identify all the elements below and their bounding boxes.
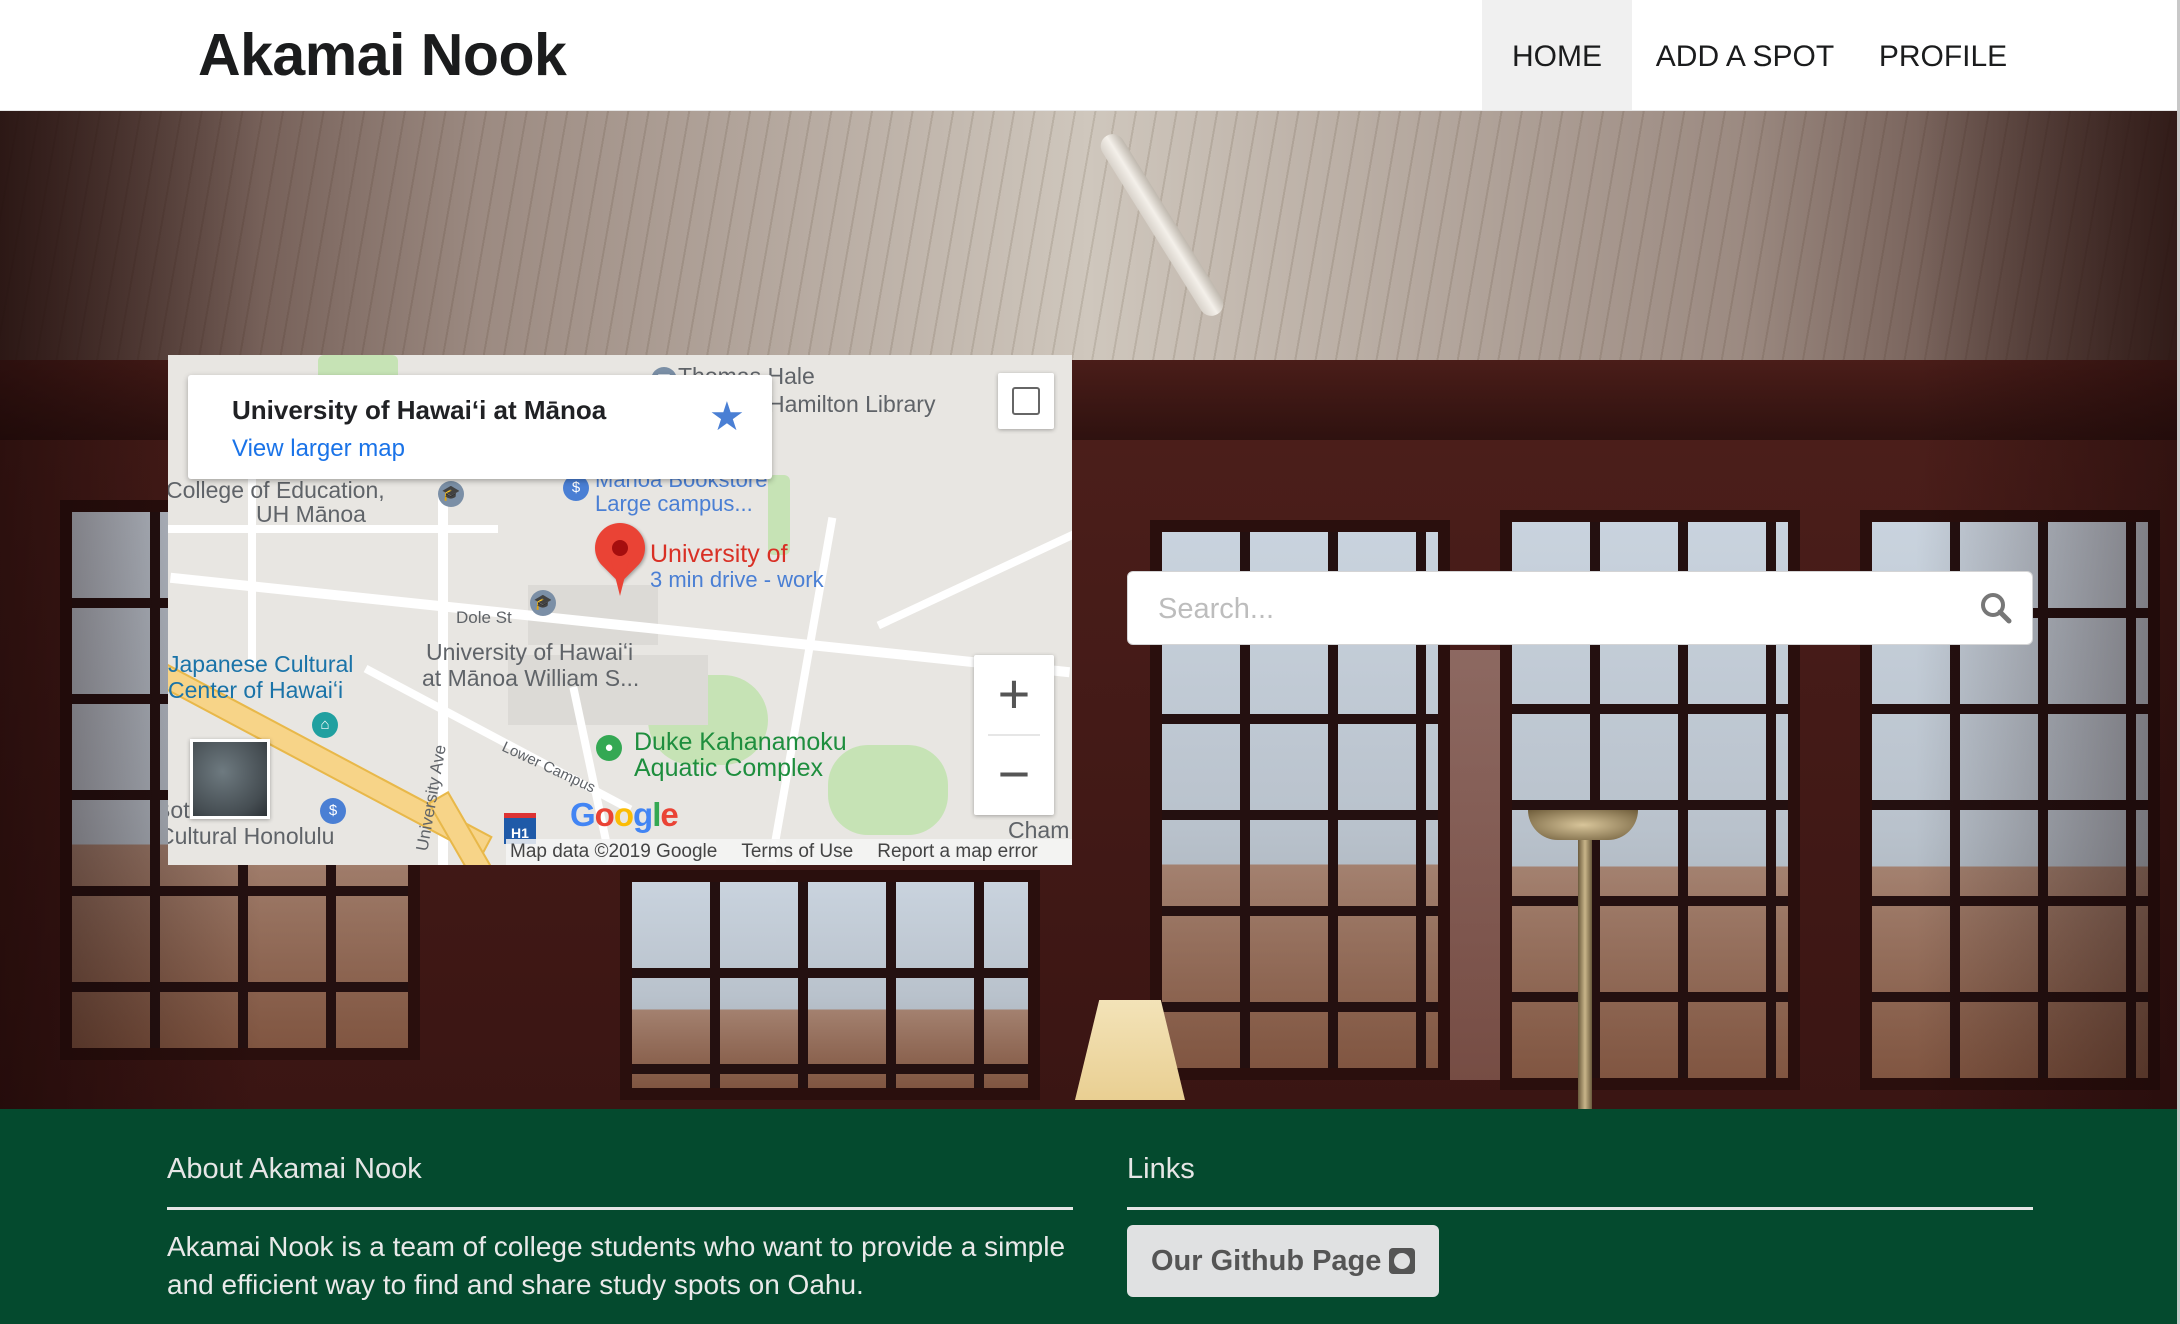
search-input[interactable] [1128,572,1960,646]
footer-links-heading: Links [1127,1151,2033,1210]
search-box [1127,571,2033,646]
map-label: Large campus... [595,491,753,516]
map-pin-sublabel: 3 min drive - work [650,567,824,592]
satellite-toggle[interactable] [190,739,270,819]
view-larger-map-link[interactable]: View larger map [232,435,405,463]
footer-links: Links Our Github Page [1127,1151,2033,1297]
map-park [828,745,948,835]
zoom-out-button[interactable]: − [974,735,1054,815]
map-pin-label: University of [650,540,788,568]
star-icon[interactable]: ★ [709,393,745,441]
footer-about-heading: About Akamai Nook [167,1151,1073,1210]
github-icon [1389,1248,1416,1274]
nav-profile[interactable]: PROFILE [1858,0,2028,110]
site-brand[interactable]: Akamai Nook [198,22,567,88]
map-label: Japanese Cultural [168,651,354,677]
footer: About Akamai Nook Akamai Nook is a team … [0,1109,2177,1324]
map-street-label: Dole St [456,608,512,627]
map-place-title: University of Hawaiʻi at Mānoa [232,395,607,425]
fullscreen-icon[interactable] [998,373,1054,429]
map-label: Duke Kahanamoku [634,728,847,756]
map-place-card: University of Hawaiʻi at Mānoa View larg… [188,375,772,479]
park-pin-icon[interactable]: ● [596,735,622,761]
terms-of-use-link[interactable]: Terms of Use [741,839,853,865]
footer-about-text: Akamai Nook is a team of college student… [167,1231,1066,1300]
map-label: Center of Hawaiʻi [168,677,344,703]
school-icon[interactable]: 🎓 [438,481,464,507]
map-zoom-control: + − [974,655,1054,815]
map-label: Aquatic Complex [634,754,823,782]
embedded-map[interactable]: 🎓 $ 🎓 ⌂ ● $ ▣ Thomas Hale Hamilton Libra… [168,355,1072,865]
map-road [876,528,1072,630]
google-logo: Google [570,796,679,833]
map-label: UH Mānoa [256,501,366,527]
main-nav: HOME ADD A SPOT PROFILE [1482,0,2028,110]
shop-icon[interactable]: $ [320,798,346,824]
search-icon[interactable] [1978,590,2014,626]
map-data-credit: Map data ©2019 Google [510,841,718,862]
report-map-error-link[interactable]: Report a map error [877,839,1038,865]
zoom-in-button[interactable]: + [974,655,1054,735]
school-icon[interactable]: 🎓 [530,590,556,616]
top-menu: Akamai Nook HOME ADD A SPOT PROFILE [0,0,2177,111]
github-page-button[interactable]: Our Github Page [1127,1225,1440,1297]
map-label: Hamilton Library [768,391,936,417]
map-label: University of Hawaiʻi [426,639,634,665]
nav-home[interactable]: HOME [1482,0,1632,110]
map-attribution: Map data ©2019 Google Terms of Use Repor… [506,839,1072,865]
map-label: Cultural Honolulu [168,823,335,849]
museum-icon[interactable]: ⌂ [312,712,338,738]
map-label: College of Education, [168,477,385,503]
github-button-label: Our Github Page [1151,1244,1382,1277]
nav-add-a-spot[interactable]: ADD A SPOT [1632,0,1858,110]
footer-about: About Akamai Nook Akamai Nook is a team … [167,1151,1073,1304]
map-label: at Mānoa William S... [422,665,640,691]
